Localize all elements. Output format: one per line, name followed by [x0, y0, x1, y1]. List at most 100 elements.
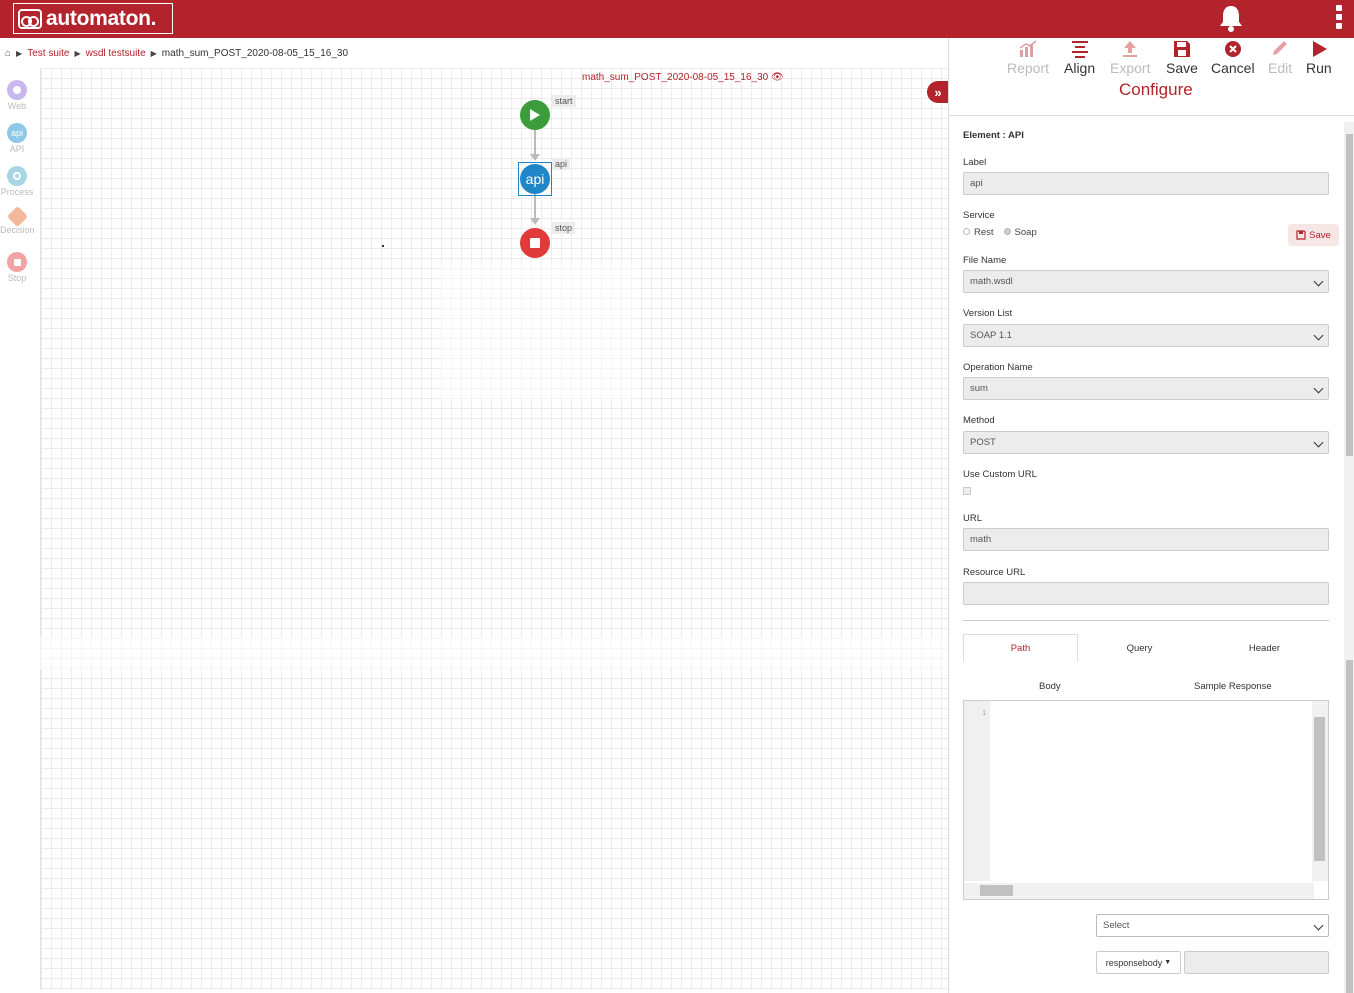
export-button[interactable]: Export [1110, 40, 1150, 76]
palette-label: Process [0, 187, 34, 197]
palette-stop[interactable]: Stop [0, 252, 34, 283]
config-panel: Report Align Export Save Cancel Edit Run… [948, 38, 1354, 993]
canvas-dot [382, 245, 384, 247]
panel-scroll-thumb-lower[interactable] [1346, 660, 1353, 993]
custom-url-label: Use Custom URL [963, 469, 1037, 480]
floppy-icon [1173, 41, 1190, 57]
file-name-label: File Name [963, 255, 1007, 266]
palette-web[interactable]: Web [0, 80, 34, 111]
palette-decision[interactable]: Decision [0, 205, 35, 235]
label-field-label: Label [963, 157, 987, 168]
breadcrumb-current: math_sum_POST_2020-08-05_15_16_30 [161, 48, 349, 59]
palette-label: Decision [0, 225, 35, 235]
subtab-sample-response[interactable]: Sample Response [1194, 681, 1272, 692]
responsebody-dropdown[interactable]: responsebody ▼ [1096, 951, 1181, 974]
eye-icon[interactable]: 👁 [771, 72, 784, 83]
editor-hscrollbar[interactable] [964, 883, 1314, 899]
canvas-band [40, 637, 948, 669]
element-type-label: Element : API [963, 130, 1024, 141]
responsebody-label: responsebody [1105, 957, 1163, 968]
home-icon[interactable]: ⌂ [5, 48, 11, 59]
api-node[interactable]: api [520, 164, 550, 194]
report-button[interactable]: Report [1007, 40, 1049, 76]
flow-canvas[interactable] [40, 68, 948, 990]
radio-rest[interactable] [963, 228, 970, 235]
floppy-icon [1296, 230, 1306, 240]
stop-icon [7, 252, 27, 272]
api-node-glyph: api [525, 171, 545, 187]
editor-gutter: 1 [964, 701, 990, 881]
operation-name-label: Operation Name [963, 362, 1033, 373]
bell-icon[interactable] [1218, 4, 1244, 32]
edit-label: Edit [1268, 60, 1293, 76]
breadcrumb-test-suite[interactable]: Test suite [27, 48, 69, 59]
arrow-head [530, 218, 540, 225]
editor-vscroll-thumb[interactable] [1314, 717, 1325, 861]
version-list-label: Version List [963, 308, 1013, 319]
body-editor[interactable]: 1 [963, 700, 1329, 900]
divider [963, 620, 1329, 621]
file-name-select[interactable]: math.wsdl [963, 270, 1329, 293]
play-icon [1312, 41, 1327, 57]
resource-url-label: Resource URL [963, 567, 1026, 578]
breadcrumb: ⌂ ▶ Test suite ▶ wsdl testsuite ▶ math_s… [5, 48, 348, 59]
logo[interactable]: automaton. [13, 3, 173, 34]
stop-node[interactable] [520, 228, 550, 258]
logo-text: automaton. [46, 6, 157, 30]
close-circle-icon [1224, 41, 1241, 57]
align-icon [1071, 41, 1088, 58]
stop-node-label: stop [552, 222, 576, 234]
chevron-right-icon: ▶ [74, 49, 81, 58]
service-soap-option[interactable]: Soap [1003, 227, 1037, 238]
chevron-right-icon: ▶ [150, 49, 157, 58]
service-rest-option[interactable]: Rest [963, 227, 994, 238]
palette-label: API [9, 144, 25, 154]
upload-icon [1123, 41, 1138, 57]
tab-header[interactable]: Header [1207, 634, 1322, 662]
label-input[interactable]: api [963, 172, 1329, 195]
radio-soap[interactable] [1003, 228, 1011, 235]
responsebody-input[interactable] [1184, 951, 1329, 974]
flow-edge [534, 194, 536, 218]
url-input[interactable]: math [963, 528, 1329, 551]
palette-process[interactable]: Process [0, 166, 34, 197]
decision-icon [6, 205, 28, 228]
start-node-label: start [552, 95, 576, 107]
chevron-right-icon: ▶ [16, 49, 23, 58]
form-save-button[interactable]: Save [1288, 224, 1339, 246]
tab-query[interactable]: Query [1082, 634, 1197, 662]
collapse-panel-button[interactable]: » [927, 81, 949, 103]
flow-title-text: math_sum_POST_2020-08-05_15_16_30 [582, 72, 769, 83]
panel-scroll-thumb[interactable] [1346, 134, 1353, 456]
custom-url-checkbox[interactable] [963, 487, 971, 495]
play-icon [530, 109, 540, 121]
palette-api[interactable]: api API [0, 123, 34, 154]
cancel-button[interactable]: Cancel [1211, 40, 1255, 76]
panel-toolbar: Report Align Export Save Cancel Edit Run… [949, 38, 1354, 116]
arrow-head [530, 154, 540, 161]
align-button[interactable]: Align [1064, 40, 1095, 76]
service-label: Service [963, 210, 995, 221]
more-menu-icon[interactable] [1334, 5, 1344, 33]
flow-edge [534, 130, 536, 154]
editor-hscroll-thumb[interactable] [980, 885, 1013, 896]
tab-path[interactable]: Path [963, 634, 1078, 662]
start-node[interactable] [520, 100, 550, 130]
operation-name-select[interactable]: sum [963, 377, 1329, 400]
edit-button[interactable]: Edit [1268, 40, 1292, 76]
chart-icon [1019, 40, 1037, 57]
report-label: Report [1007, 60, 1050, 76]
version-list-select[interactable]: SOAP 1.1 [963, 324, 1329, 347]
save-button[interactable]: Save [1166, 40, 1198, 76]
select-dropdown[interactable]: Select [1096, 914, 1329, 937]
configure-title: Configure [1119, 80, 1193, 99]
palette-label: Web [7, 101, 27, 111]
flow-title: math_sum_POST_2020-08-05_15_16_30 👁 [582, 72, 784, 83]
subtab-body[interactable]: Body [1039, 681, 1061, 692]
method-select[interactable]: POST [963, 431, 1329, 454]
breadcrumb-wsdl-testsuite[interactable]: wsdl testsuite [86, 48, 146, 59]
resource-url-input[interactable] [963, 582, 1329, 605]
run-button[interactable]: Run [1306, 40, 1332, 76]
form-save-label: Save [1309, 229, 1331, 241]
robot-logo-icon [18, 8, 42, 29]
